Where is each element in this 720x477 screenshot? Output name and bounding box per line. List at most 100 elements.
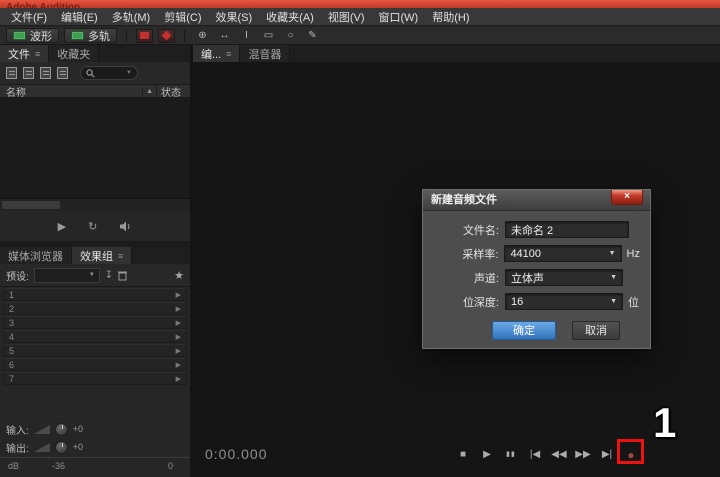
slot-arrow-icon[interactable]: ▶ (176, 375, 186, 383)
presets-dropdown[interactable]: ▼ (33, 267, 100, 283)
cancel-button[interactable]: 取消 (572, 321, 620, 340)
samplerate-unit: Hz (626, 247, 640, 260)
sort-asc-icon[interactable]: ▲ (142, 87, 156, 95)
skip-to-start-button[interactable]: |◀ (527, 447, 543, 463)
play-button[interactable]: ▶ (479, 447, 495, 463)
tab-media-browser-label: 媒体浏览器 (8, 250, 63, 263)
import-file-icon[interactable] (40, 67, 51, 79)
output-gain-value: +0 (72, 442, 84, 452)
slot-arrow-icon[interactable]: ▶ (176, 333, 186, 341)
lasso-selection-tool-icon[interactable]: ○ (282, 30, 299, 41)
tab-favorites[interactable]: 收藏夹 (49, 45, 100, 62)
output-gain-knob[interactable] (54, 440, 68, 454)
menu-item-favorites[interactable]: 收藏夹(A) (259, 9, 321, 25)
files-horizontal-scrollbar[interactable] (0, 198, 190, 211)
menu-item-view[interactable]: 视图(V) (321, 9, 372, 25)
panel-menu-icon[interactable]: ≡ (35, 49, 40, 59)
record-mode-button[interactable] (136, 28, 153, 43)
close-icon: × (624, 191, 630, 202)
slot-arrow-icon[interactable]: ▶ (176, 347, 186, 355)
marker-mode-button[interactable] (158, 28, 175, 43)
menu-item-file[interactable]: 文件(F) (4, 9, 54, 25)
dropdown-arrow-icon: ▼ (608, 250, 616, 257)
menu-item-help[interactable]: 帮助(H) (425, 9, 476, 25)
favorite-star-icon[interactable]: ★ (174, 269, 184, 282)
scale-zero-label: 0 (168, 461, 174, 471)
slip-tool-icon[interactable]: ↔ (216, 30, 233, 41)
ok-button[interactable]: 确定 (492, 321, 556, 340)
tab-media-browser[interactable]: 媒体浏览器 (0, 247, 72, 264)
bitdepth-dropdown[interactable]: 16 ▼ (505, 293, 623, 310)
samplerate-dropdown[interactable]: 44100 ▼ (504, 245, 622, 262)
toolbar-separator (126, 29, 127, 42)
multitrack-mode-button[interactable]: 多轨 (64, 28, 117, 43)
dialog-buttons: 确定 取消 (433, 321, 640, 340)
tab-files[interactable]: 文件 ≡ (0, 45, 50, 62)
output-label: 输出: (6, 443, 29, 455)
file-list[interactable] (0, 98, 190, 198)
column-name[interactable]: 名称 (0, 84, 142, 99)
output-gain-row: 输出: +0 (0, 439, 190, 455)
marquee-selection-tool-icon[interactable]: ▭ (260, 30, 277, 41)
menu-item-multitrack[interactable]: 多轨(M) (105, 9, 158, 25)
rack-slot-7[interactable]: 7 ▶ (3, 372, 187, 385)
paintbrush-tool-icon[interactable]: ✎ (304, 30, 321, 41)
open-file-icon[interactable] (23, 67, 34, 79)
rack-slot-5[interactable]: 5 ▶ (3, 344, 187, 357)
rack-slot-6[interactable]: 6 ▶ (3, 358, 187, 371)
slot-number: 6 (9, 359, 15, 370)
slot-number: 2 (9, 303, 15, 314)
menu-item-clip[interactable]: 剪辑(C) (157, 9, 208, 25)
tab-editor-label: 编... (201, 48, 222, 61)
column-status[interactable]: 状态 (156, 83, 190, 99)
rack-slot-2[interactable]: 2 ▶ (3, 302, 187, 315)
channels-dropdown[interactable]: 立体声 ▼ (505, 269, 623, 286)
speaker-icon[interactable] (119, 221, 132, 232)
fast-forward-button[interactable]: ▶▶ (575, 447, 591, 463)
record-highlight-box (617, 439, 644, 464)
menu-bar: 文件(F) 编辑(E) 多轨(M) 剪辑(C) 效果(S) 收藏夹(A) 视图(… (0, 8, 720, 26)
time-selection-tool-icon[interactable]: I (238, 30, 255, 41)
menu-item-effects[interactable]: 效果(S) (209, 9, 260, 25)
tab-mixer[interactable]: 混音器 (240, 45, 291, 62)
preview-loop-button[interactable]: ↻ (88, 220, 97, 233)
panel-menu-icon[interactable]: ≡ (226, 49, 231, 59)
rack-slot-1[interactable]: 1 ▶ (3, 288, 187, 301)
window-title: Adobe Audition (6, 2, 81, 8)
filename-field[interactable] (505, 221, 629, 238)
slot-arrow-icon[interactable]: ▶ (176, 291, 186, 299)
slot-arrow-icon[interactable]: ▶ (176, 361, 186, 369)
input-gain-knob[interactable] (54, 422, 68, 436)
menu-item-edit[interactable]: 编辑(E) (54, 9, 105, 25)
scrollbar-thumb[interactable] (2, 201, 60, 209)
waveform-mode-button[interactable]: 波形 (6, 28, 59, 43)
marker-icon (161, 30, 172, 41)
stop-button[interactable]: ■ (455, 447, 471, 463)
slot-arrow-icon[interactable]: ▶ (176, 319, 186, 327)
save-preset-icon[interactable]: ↧ (105, 270, 113, 281)
move-tool-icon[interactable]: ⊕ (194, 30, 211, 41)
new-file-icon[interactable] (6, 67, 17, 79)
pause-button[interactable]: ▮▮ (503, 447, 519, 463)
rewind-button[interactable]: ◀◀ (551, 447, 567, 463)
preview-play-button[interactable]: ▶ (58, 220, 66, 233)
trash-icon[interactable] (57, 67, 68, 79)
search-dropdown-icon[interactable]: ▼ (126, 70, 132, 76)
search-input[interactable]: ▼ (80, 66, 138, 80)
skip-to-end-button[interactable]: ▶| (599, 447, 615, 463)
delete-preset-icon[interactable] (118, 270, 128, 281)
timecode-display: 0:00.000 (205, 446, 268, 462)
main-toolbar: 波形 多轨 ⊕ ↔ I ▭ ○ ✎ (0, 27, 720, 45)
tab-editor[interactable]: 编... ≡ (193, 45, 241, 62)
slot-arrow-icon[interactable]: ▶ (176, 305, 186, 313)
files-column-headers: 名称 ▲ 状态 (0, 83, 190, 99)
dialog-title-bar[interactable]: 新建音频文件 × (423, 190, 650, 211)
slot-number: 5 (9, 345, 15, 356)
rack-slot-3[interactable]: 3 ▶ (3, 316, 187, 329)
input-gain-value: +0 (72, 424, 84, 434)
rack-slot-4[interactable]: 4 ▶ (3, 330, 187, 343)
menu-item-window[interactable]: 窗口(W) (372, 9, 426, 25)
tab-effects-rack[interactable]: 效果组 ≡ (72, 247, 133, 264)
dialog-close-button[interactable]: × (611, 190, 643, 205)
panel-menu-icon[interactable]: ≡ (118, 251, 123, 261)
